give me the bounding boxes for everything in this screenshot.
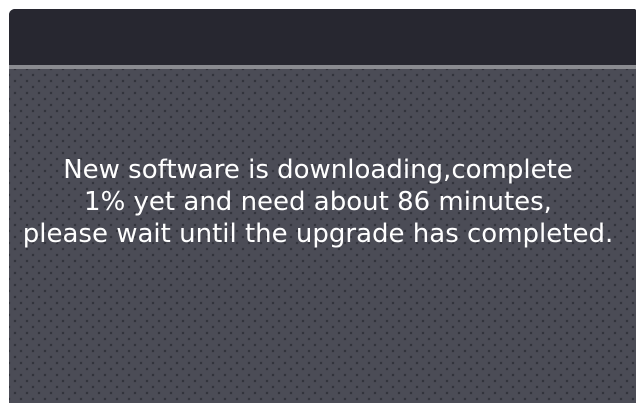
message-line-3: please wait until the upgrade has comple…: [22, 219, 614, 249]
message-line-1: New software is downloading,complete: [63, 155, 573, 185]
dialog-title-bar: [9, 9, 636, 65]
download-progress-message: New software is downloading,complete 1% …: [0, 154, 636, 250]
message-line-2: 1% yet and need about 86 minutes,: [84, 187, 552, 217]
